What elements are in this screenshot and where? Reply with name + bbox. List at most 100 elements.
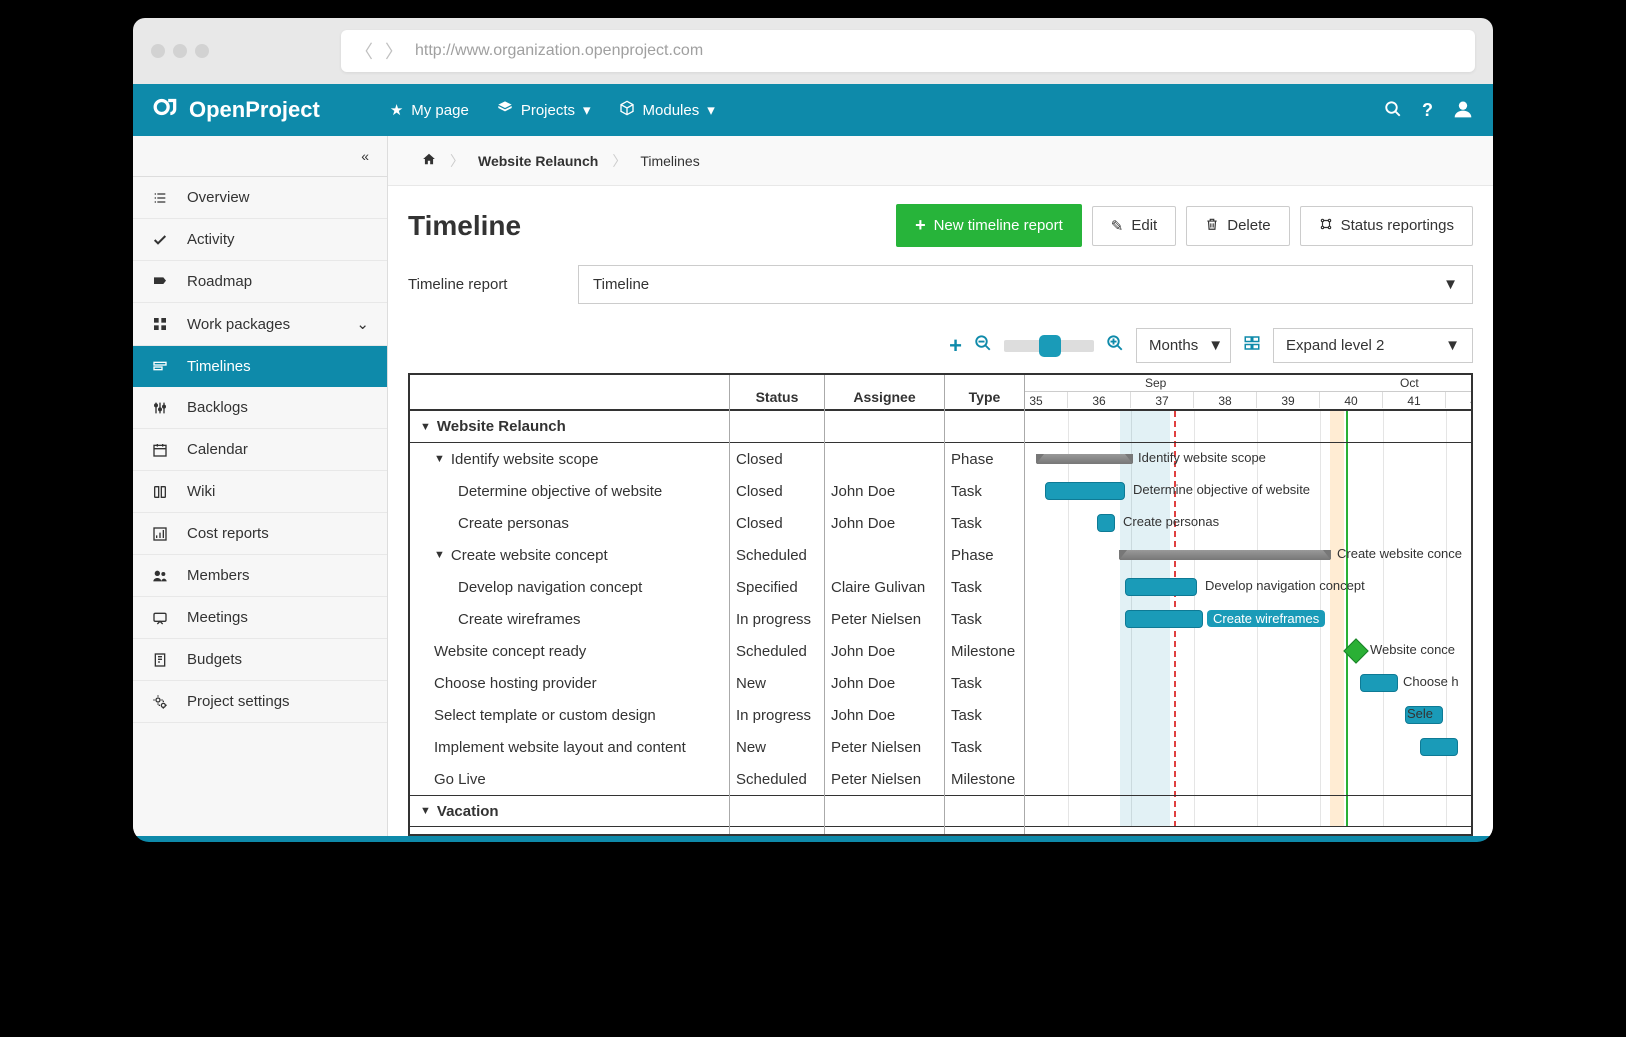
user-icon[interactable] <box>1453 99 1473 122</box>
breadcrumb-sep: 〉 <box>450 151 464 171</box>
search-icon[interactable] <box>1384 100 1402 121</box>
row-name[interactable]: Create personas <box>410 507 729 539</box>
cell-assignee: Peter Nielsen <box>825 763 944 795</box>
cell-type <box>945 411 1024 443</box>
row-name[interactable]: Select template or custom design <box>410 699 729 731</box>
sidebar-item-meetings[interactable]: Meetings <box>133 597 387 639</box>
timeline-table: ▼Website Relaunch▼Identify website scope… <box>408 373 1473 836</box>
maximize-dot[interactable] <box>195 44 209 58</box>
nav-mypage[interactable]: ★ My page <box>390 101 469 119</box>
collapse-sidebar[interactable]: « <box>133 136 387 177</box>
sidebar-item-calendar[interactable]: Calendar <box>133 429 387 471</box>
bar-label: Sele <box>1407 706 1433 721</box>
row-name[interactable]: ▼Website Relaunch <box>410 411 729 443</box>
url-bar[interactable]: 〈 〉 http://www.organization.openproject.… <box>341 30 1475 72</box>
help-icon[interactable]: ? <box>1422 100 1433 121</box>
row-name[interactable]: Implement website layout and content <box>410 731 729 763</box>
gantt-row: Sele <box>1025 699 1471 731</box>
gantt-bar[interactable] <box>1120 550 1330 560</box>
gantt-bar[interactable] <box>1097 514 1115 532</box>
nav-modules[interactable]: Modules ▾ <box>619 100 715 120</box>
back-icon[interactable]: 〈 <box>355 38 373 64</box>
gantt-row: Determine objective of website <box>1025 475 1471 507</box>
close-dot[interactable] <box>151 44 165 58</box>
sidebar-icon <box>151 568 169 584</box>
gantt-row: Create personas <box>1025 507 1471 539</box>
sidebar-item-roadmap[interactable]: Roadmap <box>133 261 387 303</box>
status-reportings-button[interactable]: Status reportings <box>1300 206 1473 246</box>
top-nav: OpenProject ★ My page Projects ▾ Modules… <box>133 84 1493 136</box>
gantt-row <box>1025 763 1471 795</box>
gantt-row: Choose h <box>1025 667 1471 699</box>
row-name[interactable]: Determine objective of website <box>410 475 729 507</box>
expand-level-select[interactable]: Expand level 2 ▼ <box>1273 328 1473 363</box>
col-header-name <box>410 375 729 411</box>
edit-button[interactable]: ✎ Edit <box>1092 206 1176 246</box>
sidebar-item-members[interactable]: Members <box>133 555 387 597</box>
cell-type <box>945 795 1024 827</box>
gantt-bar[interactable] <box>1037 454 1132 464</box>
sidebar-icon <box>151 190 169 206</box>
cube-icon <box>619 100 635 120</box>
url-text: http://www.organization.openproject.com <box>415 42 703 60</box>
cell-status: Closed <box>730 443 824 475</box>
zoom-slider[interactable] <box>1004 340 1094 352</box>
row-name[interactable]: Go Live <box>410 763 729 795</box>
cell-type: Task <box>945 699 1024 731</box>
row-name[interactable]: Website concept ready <box>410 635 729 667</box>
row-name[interactable]: ▼Identify website scope <box>410 443 729 475</box>
row-name[interactable]: Choose hosting provider <box>410 667 729 699</box>
sidebar-item-project-settings[interactable]: Project settings <box>133 681 387 723</box>
logo[interactable]: OpenProject <box>153 94 320 126</box>
gantt-bar[interactable] <box>1125 578 1197 596</box>
col-header-assignee: Assignee <box>825 375 944 411</box>
row-name[interactable]: Develop navigation concept <box>410 571 729 603</box>
sidebar-item-budgets[interactable]: Budgets <box>133 639 387 681</box>
zoom-in-icon[interactable] <box>1106 334 1124 357</box>
plus-icon: + <box>915 215 926 236</box>
home-icon[interactable] <box>408 148 450 173</box>
sidebar-item-wiki[interactable]: Wiki <box>133 471 387 513</box>
zoom-out-icon[interactable] <box>974 334 992 357</box>
chevron-double-left-icon: « <box>361 148 369 164</box>
cell-assignee <box>825 411 944 443</box>
browser-chrome: 〈 〉 http://www.organization.openproject.… <box>133 18 1493 84</box>
new-timeline-button[interactable]: + New timeline report <box>896 204 1082 247</box>
row-name[interactable]: Create wireframes <box>410 603 729 635</box>
zoom-unit-select[interactable]: Months ▼ <box>1136 328 1231 363</box>
gantt-bar[interactable] <box>1125 610 1203 628</box>
forward-icon[interactable]: 〉 <box>385 38 403 64</box>
breadcrumb-page[interactable]: Timelines <box>626 149 713 173</box>
report-select[interactable]: Timeline ▼ <box>578 265 1473 304</box>
minimize-dot[interactable] <box>173 44 187 58</box>
sidebar-item-cost-reports[interactable]: Cost reports <box>133 513 387 555</box>
milestone-diamond[interactable] <box>1343 638 1368 663</box>
gantt-bar[interactable] <box>1420 738 1458 756</box>
outline-icon[interactable] <box>1243 334 1261 357</box>
gantt-bar[interactable] <box>1045 482 1125 500</box>
add-icon[interactable]: + <box>949 333 962 359</box>
sidebar-item-backlogs[interactable]: Backlogs <box>133 387 387 429</box>
cell-status: Scheduled <box>730 539 824 571</box>
nav-projects[interactable]: Projects ▾ <box>497 100 591 120</box>
gantt-bar[interactable] <box>1360 674 1398 692</box>
sidebar-icon <box>151 274 169 290</box>
sidebar-item-work-packages[interactable]: Work packages⌄ <box>133 303 387 346</box>
page-title: Timeline <box>408 210 521 242</box>
sidebar-item-timelines[interactable]: Timelines <box>133 346 387 387</box>
breadcrumb-project[interactable]: Website Relaunch <box>464 149 612 173</box>
delete-button[interactable]: Delete <box>1186 206 1289 246</box>
gantt-row: Create website conce <box>1025 539 1471 571</box>
week-label: 37 <box>1131 392 1194 408</box>
sidebar-item-overview[interactable]: Overview <box>133 177 387 219</box>
sidebar-icon <box>151 400 169 416</box>
gantt-row <box>1025 411 1471 443</box>
cell-type: Task <box>945 731 1024 763</box>
cell-type: Task <box>945 507 1024 539</box>
row-name[interactable]: ▼Create website concept <box>410 539 729 571</box>
zoom-thumb[interactable] <box>1039 335 1061 357</box>
sidebar-item-activity[interactable]: Activity <box>133 219 387 261</box>
sidebar-icon <box>151 442 169 458</box>
logo-icon <box>153 94 179 126</box>
row-name[interactable]: ▼Vacation <box>410 795 729 827</box>
